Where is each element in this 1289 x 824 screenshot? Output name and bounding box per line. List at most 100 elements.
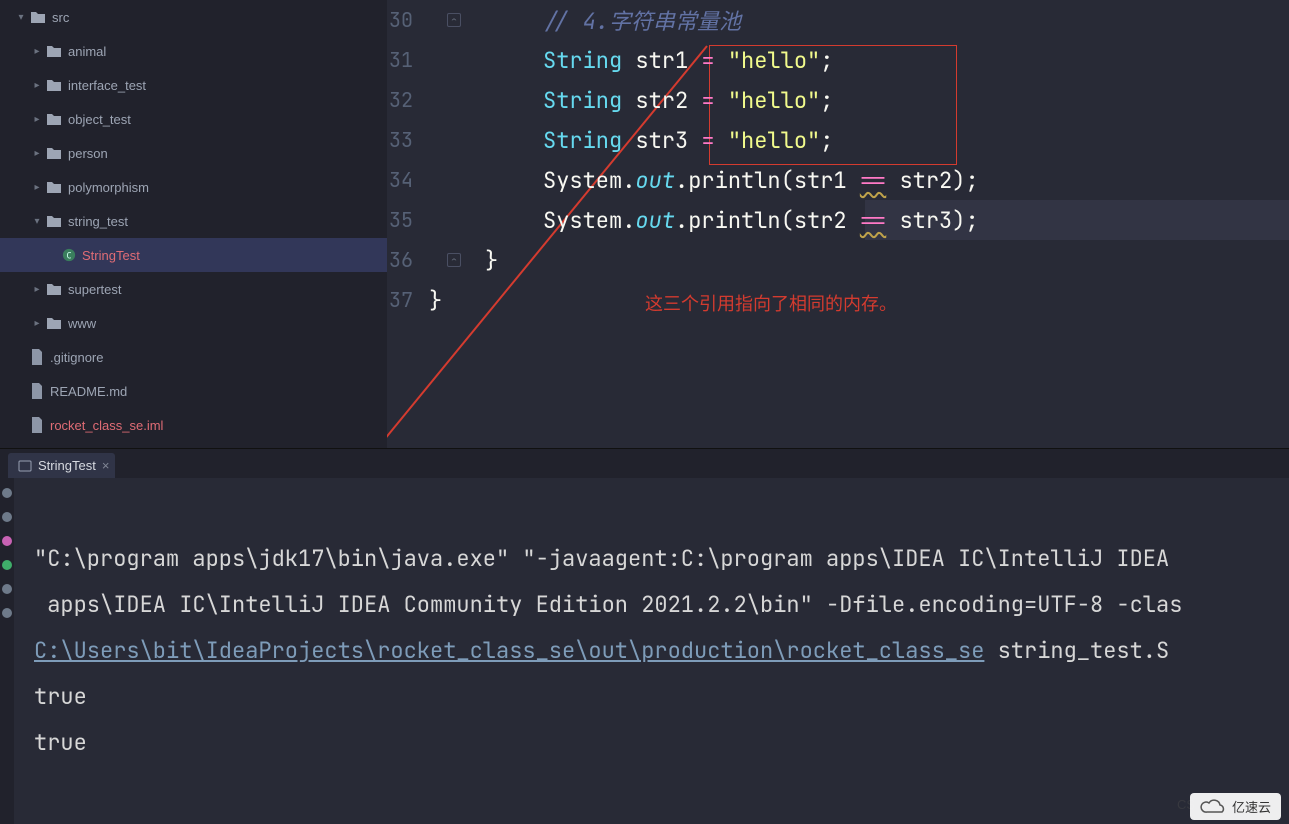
token: == — [860, 206, 886, 235]
chevron-right-icon[interactable] — [16, 352, 26, 362]
code-content[interactable]: String str1 = "hello"; — [475, 46, 833, 75]
brand-watermark: 亿速云 — [1190, 793, 1281, 820]
run-tool-button-0[interactable] — [2, 488, 12, 498]
line-number: 34 — [387, 167, 445, 193]
code-line-34[interactable]: 34 System.out.println(str1 == str2); — [387, 160, 1289, 200]
console-line: "C:\program apps\jdk17\bin\java.exe" "-j… — [34, 544, 1182, 573]
chevron-right-icon[interactable]: ▸ — [32, 80, 42, 90]
class-icon: C — [62, 247, 76, 263]
line-number: 32 — [387, 87, 445, 113]
chevron-right-icon[interactable] — [48, 250, 58, 260]
chevron-right-icon[interactable]: ▸ — [32, 318, 42, 328]
project-sidebar[interactable]: ▾src▸animal▸interface_test▸object_test▸p… — [0, 0, 387, 448]
tree-item--gitignore[interactable]: .gitignore — [0, 340, 387, 374]
chevron-right-icon[interactable] — [16, 420, 26, 430]
folder-icon — [46, 44, 62, 58]
token: str1 — [794, 166, 860, 195]
run-tool-button-5[interactable] — [2, 608, 12, 618]
token: str1 — [635, 46, 701, 75]
tree-item-stringtest[interactable]: CStringTest — [0, 238, 387, 272]
file-icon — [30, 383, 44, 399]
tree-item-label: .gitignore — [50, 350, 103, 365]
tree-item-label: supertest — [68, 282, 121, 297]
close-icon[interactable]: × — [102, 458, 110, 473]
run-tab-icon — [18, 459, 32, 473]
tree-item-label: object_test — [68, 112, 131, 127]
token: .println( — [675, 206, 794, 235]
console-path-link[interactable]: C:\Users\bit\IdeaProjects\rocket_class_s… — [34, 636, 984, 665]
tree-item-readme-md[interactable]: README.md — [0, 374, 387, 408]
chevron-right-icon[interactable]: ▸ — [32, 46, 42, 56]
token: .println( — [675, 166, 794, 195]
run-tool-button-1[interactable] — [2, 512, 12, 522]
console-line: true — [34, 728, 87, 757]
tree-item-label: www — [68, 316, 96, 331]
token: = — [701, 46, 727, 75]
token: } — [485, 246, 498, 275]
code-content[interactable]: String str3 = "hello"; — [475, 126, 833, 155]
console-line: true — [34, 682, 87, 711]
token: ); — [952, 166, 978, 195]
token: = — [701, 126, 727, 155]
tree-item-label: rocket_class_se.iml — [50, 418, 163, 433]
tree-item-polymorphism[interactable]: ▸ polymorphism — [0, 170, 387, 204]
code-editor[interactable]: 这三个引用指向了相同的内存。 30⌃// 4.字符串常量池31String st… — [387, 0, 1289, 448]
tree-item-rocket-class-se-iml[interactable]: rocket_class_se.iml — [0, 408, 387, 442]
chevron-down-icon[interactable]: ▾ — [16, 12, 26, 22]
tree-item-label: person — [68, 146, 108, 161]
run-tab-stringtest[interactable]: StringTest × — [8, 453, 115, 478]
run-console: "C:\program apps\jdk17\bin\java.exe" "-j… — [0, 478, 1289, 824]
file-icon — [30, 349, 44, 365]
token: str2 — [794, 206, 860, 235]
cloud-icon — [1200, 798, 1226, 816]
tree-item-label: string_test — [68, 214, 128, 229]
line-number: 31 — [387, 47, 445, 73]
fold-gutter[interactable]: ⌃ — [445, 13, 475, 27]
code-content[interactable]: // 4.字符串常量池 — [475, 4, 741, 36]
console-output[interactable]: "C:\program apps\jdk17\bin\java.exe" "-j… — [14, 478, 1289, 824]
fold-up-icon[interactable]: ⌃ — [447, 253, 461, 267]
tree-item-label: polymorphism — [68, 180, 149, 195]
run-tool-button-2[interactable] — [2, 536, 12, 546]
tree-item-src[interactable]: ▾src — [0, 0, 387, 34]
code-content[interactable]: String str2 = "hello"; — [475, 86, 833, 115]
line-number: 33 — [387, 127, 445, 153]
fold-up-icon[interactable]: ⌃ — [447, 13, 461, 27]
token: "hello" — [728, 86, 820, 115]
chevron-right-icon[interactable]: ▸ — [32, 148, 42, 158]
code-content[interactable]: } — [429, 286, 442, 315]
folder-icon — [46, 112, 62, 126]
chevron-right-icon[interactable]: ▸ — [32, 114, 42, 124]
tree-item-string-test[interactable]: ▾ string_test — [0, 204, 387, 238]
tree-item-supertest[interactable]: ▸ supertest — [0, 272, 387, 306]
token: str3 — [635, 126, 701, 155]
chevron-down-icon[interactable]: ▾ — [32, 216, 42, 226]
chevron-right-icon[interactable]: ▸ — [32, 284, 42, 294]
code-content[interactable]: System.out.println(str2 == str3); — [475, 206, 979, 235]
code-content[interactable]: } — [475, 246, 498, 275]
token: "hello" — [728, 126, 820, 155]
file-icon — [30, 417, 44, 433]
fold-gutter[interactable]: ⌃ — [445, 253, 475, 267]
tree-item-www[interactable]: ▸ www — [0, 306, 387, 340]
run-tool-button-3[interactable] — [2, 560, 12, 570]
chevron-right-icon[interactable] — [16, 386, 26, 396]
run-tool-button-4[interactable] — [2, 584, 12, 594]
folder-icon — [46, 214, 62, 228]
token: String — [543, 46, 635, 75]
chevron-right-icon[interactable]: ▸ — [32, 182, 42, 192]
tree-item-person[interactable]: ▸ person — [0, 136, 387, 170]
token: out — [635, 206, 675, 235]
code-line-35[interactable]: 35System.out.println(str2 == str3); — [387, 200, 1289, 240]
token: ; — [820, 86, 833, 115]
token: str3 — [886, 206, 952, 235]
token: == — [860, 166, 886, 195]
tree-item-interface-test[interactable]: ▸interface_test — [0, 68, 387, 102]
tree-item-animal[interactable]: ▸animal — [0, 34, 387, 68]
tree-item-object-test[interactable]: ▸ object_test — [0, 102, 387, 136]
code-content[interactable]: System.out.println(str1 == str2); — [475, 166, 979, 195]
folder-icon — [46, 146, 62, 160]
line-number: 30 — [387, 7, 445, 33]
token: str2 — [886, 166, 952, 195]
token: ; — [820, 126, 833, 155]
